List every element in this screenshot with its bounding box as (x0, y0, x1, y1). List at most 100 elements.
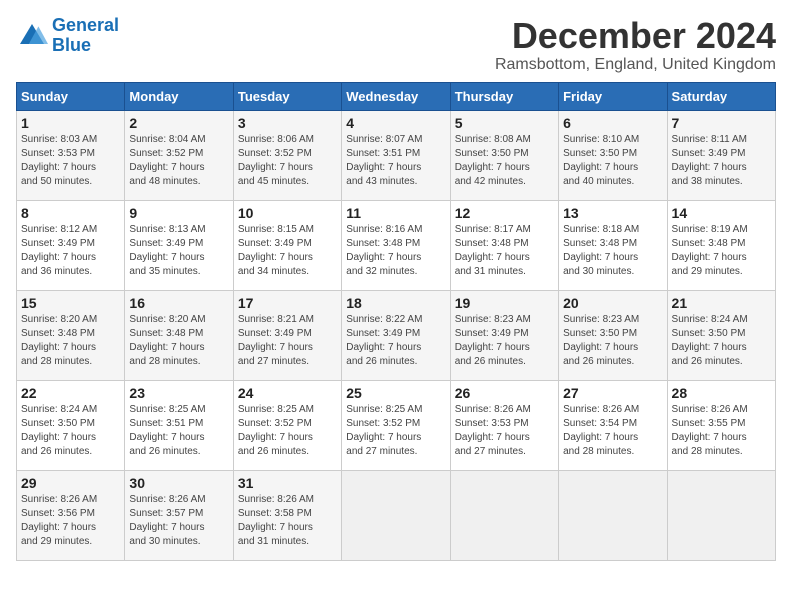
calendar-cell: 1 Sunrise: 8:03 AM Sunset: 3:53 PM Daylig… (17, 110, 125, 200)
calendar-cell: 30 Sunrise: 8:26 AM Sunset: 3:57 PM Dayli… (125, 470, 233, 560)
day-number: 27 (563, 385, 662, 401)
day-number: 17 (238, 295, 337, 311)
calendar-cell: 13 Sunrise: 8:18 AM Sunset: 3:48 PM Dayli… (559, 200, 667, 290)
logo-line2: Blue (52, 35, 91, 55)
calendar-table: SundayMondayTuesdayWednesdayThursdayFrid… (16, 82, 776, 561)
calendar-cell: 18 Sunrise: 8:22 AM Sunset: 3:49 PM Dayli… (342, 290, 450, 380)
title-area: December 2024 Ramsbottom, England, Unite… (495, 16, 776, 74)
logo-icon (16, 20, 48, 52)
day-number: 25 (346, 385, 445, 401)
calendar-cell: 3 Sunrise: 8:06 AM Sunset: 3:52 PM Daylig… (233, 110, 341, 200)
day-number: 20 (563, 295, 662, 311)
col-header-monday: Monday (125, 82, 233, 110)
day-info: Sunrise: 8:17 AM Sunset: 3:48 PM Dayligh… (455, 223, 554, 279)
day-number: 12 (455, 205, 554, 221)
day-number: 19 (455, 295, 554, 311)
day-number: 4 (346, 115, 445, 131)
day-number: 31 (238, 475, 337, 491)
day-info: Sunrise: 8:16 AM Sunset: 3:48 PM Dayligh… (346, 223, 445, 279)
day-number: 10 (238, 205, 337, 221)
calendar-cell: 12 Sunrise: 8:17 AM Sunset: 3:48 PM Dayli… (450, 200, 558, 290)
calendar-cell: 24 Sunrise: 8:25 AM Sunset: 3:52 PM Dayli… (233, 380, 341, 470)
calendar-cell: 27Sunrise: 8:26 AM Sunset: 3:54 PM Dayli… (559, 380, 667, 470)
day-number: 18 (346, 295, 445, 311)
calendar-week-1: 1 Sunrise: 8:03 AM Sunset: 3:53 PM Daylig… (17, 110, 776, 200)
day-number: 23 (129, 385, 228, 401)
day-info: Sunrise: 8:22 AM Sunset: 3:49 PM Dayligh… (346, 313, 445, 369)
calendar-cell: 29 Sunrise: 8:26 AM Sunset: 3:56 PM Dayli… (17, 470, 125, 560)
day-info: Sunrise: 8:15 AM Sunset: 3:49 PM Dayligh… (238, 223, 337, 279)
calendar-cell: 25 Sunrise: 8:25 AM Sunset: 3:52 PM Dayli… (342, 380, 450, 470)
day-number: 28 (672, 385, 771, 401)
calendar-cell: 17 Sunrise: 8:21 AM Sunset: 3:49 PM Dayli… (233, 290, 341, 380)
day-info: Sunrise: 8:26 AM Sunset: 3:56 PM Dayligh… (21, 493, 120, 549)
day-number: 26 (455, 385, 554, 401)
day-number: 30 (129, 475, 228, 491)
day-number: 21 (672, 295, 771, 311)
calendar-cell: 20 Sunrise: 8:23 AM Sunset: 3:50 PM Dayli… (559, 290, 667, 380)
day-number: 24 (238, 385, 337, 401)
day-info: Sunrise: 8:04 AM Sunset: 3:52 PM Dayligh… (129, 133, 228, 189)
day-info: Sunrise: 8:26 AM Sunset: 3:57 PM Dayligh… (129, 493, 228, 549)
col-header-friday: Friday (559, 82, 667, 110)
col-header-wednesday: Wednesday (342, 82, 450, 110)
day-number: 13 (563, 205, 662, 221)
calendar-week-4: 22Sunrise: 8:24 AM Sunset: 3:50 PM Dayli… (17, 380, 776, 470)
calendar-cell (342, 470, 450, 560)
day-info: Sunrise: 8:18 AM Sunset: 3:48 PM Dayligh… (563, 223, 662, 279)
calendar-cell: 7Sunrise: 8:11 AM Sunset: 3:49 PM Daylig… (667, 110, 775, 200)
day-info: Sunrise: 8:23 AM Sunset: 3:49 PM Dayligh… (455, 313, 554, 369)
day-number: 3 (238, 115, 337, 131)
day-info: Sunrise: 8:11 AM Sunset: 3:49 PM Dayligh… (672, 133, 771, 189)
day-info: Sunrise: 8:19 AM Sunset: 3:48 PM Dayligh… (672, 223, 771, 279)
calendar-week-2: 8 Sunrise: 8:12 AM Sunset: 3:49 PM Daylig… (17, 200, 776, 290)
day-info: Sunrise: 8:12 AM Sunset: 3:49 PM Dayligh… (21, 223, 120, 279)
calendar-cell: 11 Sunrise: 8:16 AM Sunset: 3:48 PM Dayli… (342, 200, 450, 290)
calendar-body: 1 Sunrise: 8:03 AM Sunset: 3:53 PM Daylig… (17, 110, 776, 560)
calendar-cell: 8 Sunrise: 8:12 AM Sunset: 3:49 PM Daylig… (17, 200, 125, 290)
day-info: Sunrise: 8:20 AM Sunset: 3:48 PM Dayligh… (21, 313, 120, 369)
day-info: Sunrise: 8:24 AM Sunset: 3:50 PM Dayligh… (672, 313, 771, 369)
calendar-cell: 2Sunrise: 8:04 AM Sunset: 3:52 PM Daylig… (125, 110, 233, 200)
calendar-cell: 26Sunrise: 8:26 AM Sunset: 3:53 PM Dayli… (450, 380, 558, 470)
day-info: Sunrise: 8:26 AM Sunset: 3:55 PM Dayligh… (672, 403, 771, 459)
day-number: 16 (129, 295, 228, 311)
calendar-week-3: 15Sunrise: 8:20 AM Sunset: 3:48 PM Dayli… (17, 290, 776, 380)
day-number: 1 (21, 115, 120, 131)
day-info: Sunrise: 8:23 AM Sunset: 3:50 PM Dayligh… (563, 313, 662, 369)
header: General Blue December 2024 Ramsbottom, E… (16, 16, 776, 74)
day-info: Sunrise: 8:24 AM Sunset: 3:50 PM Dayligh… (21, 403, 120, 459)
calendar-cell: 15Sunrise: 8:20 AM Sunset: 3:48 PM Dayli… (17, 290, 125, 380)
calendar-cell (450, 470, 558, 560)
calendar-cell: 14Sunrise: 8:19 AM Sunset: 3:48 PM Dayli… (667, 200, 775, 290)
col-header-tuesday: Tuesday (233, 82, 341, 110)
day-number: 8 (21, 205, 120, 221)
day-info: Sunrise: 8:25 AM Sunset: 3:52 PM Dayligh… (238, 403, 337, 459)
day-info: Sunrise: 8:03 AM Sunset: 3:53 PM Dayligh… (21, 133, 120, 189)
day-number: 5 (455, 115, 554, 131)
calendar-cell: 23 Sunrise: 8:25 AM Sunset: 3:51 PM Dayli… (125, 380, 233, 470)
logo: General Blue (16, 16, 119, 56)
calendar-cell: 9Sunrise: 8:13 AM Sunset: 3:49 PM Daylig… (125, 200, 233, 290)
day-info: Sunrise: 8:07 AM Sunset: 3:51 PM Dayligh… (346, 133, 445, 189)
calendar-cell: 22Sunrise: 8:24 AM Sunset: 3:50 PM Dayli… (17, 380, 125, 470)
col-header-thursday: Thursday (450, 82, 558, 110)
day-info: Sunrise: 8:20 AM Sunset: 3:48 PM Dayligh… (129, 313, 228, 369)
logo-line1: General (52, 15, 119, 35)
day-number: 29 (21, 475, 120, 491)
day-info: Sunrise: 8:25 AM Sunset: 3:51 PM Dayligh… (129, 403, 228, 459)
calendar-cell: 5 Sunrise: 8:08 AM Sunset: 3:50 PM Daylig… (450, 110, 558, 200)
day-info: Sunrise: 8:08 AM Sunset: 3:50 PM Dayligh… (455, 133, 554, 189)
day-number: 9 (129, 205, 228, 221)
col-header-saturday: Saturday (667, 82, 775, 110)
day-info: Sunrise: 8:10 AM Sunset: 3:50 PM Dayligh… (563, 133, 662, 189)
page-title: December 2024 (495, 16, 776, 56)
calendar-cell: 16 Sunrise: 8:20 AM Sunset: 3:48 PM Dayli… (125, 290, 233, 380)
day-info: Sunrise: 8:06 AM Sunset: 3:52 PM Dayligh… (238, 133, 337, 189)
calendar-cell (667, 470, 775, 560)
day-info: Sunrise: 8:25 AM Sunset: 3:52 PM Dayligh… (346, 403, 445, 459)
day-number: 11 (346, 205, 445, 221)
col-header-sunday: Sunday (17, 82, 125, 110)
calendar-cell: 10 Sunrise: 8:15 AM Sunset: 3:49 PM Dayli… (233, 200, 341, 290)
day-info: Sunrise: 8:21 AM Sunset: 3:49 PM Dayligh… (238, 313, 337, 369)
